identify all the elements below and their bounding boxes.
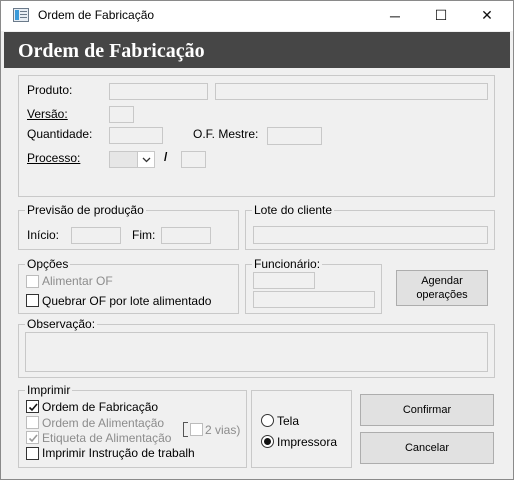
quantidade-field[interactable] [109,127,163,144]
lote-cliente-group-label: Lote do cliente [252,203,335,217]
ordem-fabricacao-label: Ordem de Fabricação [42,400,159,414]
alimentar-of-checkbox[interactable] [26,275,39,288]
etiqueta-alimentacao-label: Etiqueta de Alimentação [42,431,172,445]
confirmar-button[interactable]: Confirmar [360,394,494,426]
ordem-alimentacao-label: Ordem de Alimentação [42,416,165,430]
impressora-label: Impressora [277,435,338,449]
agendar-operacoes-button[interactable]: Agendar operações [396,270,488,306]
lote-cliente-field[interactable] [253,226,488,244]
duas-vias-checkbox[interactable] [190,423,203,436]
fim-date-field[interactable] [161,227,211,244]
quantidade-label: Quantidade: [27,127,93,141]
funcionario-code-field[interactable] [253,272,315,289]
processo-separator: / [164,150,168,164]
imprimir-group-label: Imprimir [25,383,73,397]
window-title: Ordem de Fabricação [38,8,155,22]
instrucao-trabalho-checkbox[interactable] [26,447,39,460]
of-mestre-label: O.F. Mestre: [193,127,259,141]
funcionario-name-field[interactable] [253,291,375,308]
quebrar-of-label: Quebrar OF por lote alimentado [42,294,212,308]
alimentar-of-label: Alimentar OF [42,274,113,288]
ordem-fabricacao-checkbox[interactable] [26,400,39,413]
duas-vias-label: 2 vias) [205,423,241,437]
processo-combo[interactable] [109,151,155,168]
header-title: Ordem de Fabricação [18,40,205,62]
tela-radio[interactable] [261,414,274,427]
checkmark-icon [28,434,38,443]
funcionario-group-label: Funcionário: [252,257,323,271]
inicio-date-field[interactable] [71,227,121,244]
opcoes-group-label: Opções [25,257,71,271]
close-button[interactable]: ✕ [464,1,510,30]
output-group [251,390,352,468]
observacao-field[interactable] [25,332,488,372]
versao-field[interactable] [109,106,134,123]
ordem-alimentacao-checkbox[interactable] [26,416,39,429]
previsao-group-label: Previsão de produção [25,203,146,217]
duas-vias-bracket [183,422,188,437]
produto-label: Produto: [27,83,73,97]
agendar-operacoes-label: Agendar operações [416,275,468,301]
quebrar-of-checkbox[interactable] [26,294,39,307]
of-mestre-field[interactable] [267,127,322,145]
tela-label: Tela [277,414,300,428]
checkmark-icon [28,403,38,412]
versao-label[interactable]: Versão: [27,107,68,121]
processo-label[interactable]: Processo: [27,151,80,165]
processo-sequence-field[interactable] [181,151,206,168]
inicio-label: Início: [27,228,60,242]
maximize-button[interactable]: ☐ [418,1,464,30]
instrucao-trabalho-label: Imprimir Instrução de trabalh [42,446,195,460]
produto-description-field[interactable] [215,83,488,100]
chevron-down-icon[interactable] [137,152,154,167]
produto-code-field[interactable] [109,83,208,100]
fim-label: Fim: [132,228,156,242]
etiqueta-alimentacao-checkbox[interactable] [26,431,39,444]
minimize-button[interactable]: ─ [372,1,418,30]
cancelar-button[interactable]: Cancelar [360,432,494,464]
impressora-radio[interactable] [261,435,274,448]
observacao-group-label: Observação: [25,317,98,331]
app-window-icon [13,8,29,22]
